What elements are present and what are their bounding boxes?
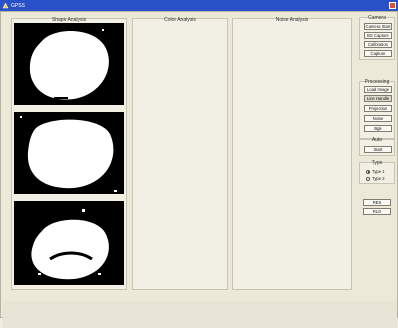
auto-group: Auto Start: [359, 137, 395, 156]
type-group: Type Type 1 Type 2: [359, 160, 395, 184]
main-window: Shape Analysis Color Analysis Noise Anal…: [0, 11, 398, 328]
shape-image-3: [14, 201, 124, 285]
title-bar: GPSS: [0, 0, 398, 11]
status-bar: [3, 301, 397, 328]
projection-button[interactable]: Projection: [364, 105, 392, 112]
camera-title: Camera: [368, 15, 386, 21]
close-icon[interactable]: [389, 2, 396, 9]
shape-image-2: [14, 112, 124, 194]
bgk-button[interactable]: Bgk: [364, 125, 392, 132]
capture-button[interactable]: Capture: [364, 50, 392, 57]
shape-image-1: [14, 23, 124, 105]
shape-blob-2: [20, 116, 117, 192]
noise-analysis-panel: Noise Analysis: [232, 18, 352, 290]
app-icon: [2, 2, 9, 9]
auto-title: Auto: [371, 137, 383, 143]
line-handle-button[interactable]: Line Handle: [364, 95, 392, 102]
camera-start-button[interactable]: Camera Start: [364, 23, 392, 30]
noise-button[interactable]: Noise: [364, 115, 392, 122]
type-2-label: Type 2: [372, 176, 385, 181]
type-2-radio[interactable]: Type 2: [366, 176, 385, 181]
load-image-button[interactable]: Load Image: [364, 86, 392, 93]
noise-analysis-title: Noise Analysis: [275, 17, 309, 23]
bs-capture-button[interactable]: BS Capture: [364, 32, 392, 39]
radio-selected-icon[interactable]: [366, 169, 370, 174]
radio-unselected-icon[interactable]: [366, 176, 370, 181]
processing-group: Processing Load Image Line Handle Projec…: [359, 79, 395, 139]
res-button[interactable]: RES: [363, 199, 391, 206]
auto-start-button[interactable]: Start: [364, 146, 392, 153]
type-title: Type: [371, 160, 383, 166]
shape-blob-3: [31, 209, 109, 280]
color-analysis-title: Color Analysis: [164, 17, 196, 23]
shape-blob-1: [29, 29, 109, 100]
type-1-radio[interactable]: Type 1: [366, 169, 385, 174]
processing-title: Processing: [364, 79, 390, 85]
window-title: GPSS: [11, 2, 25, 9]
calibration-button[interactable]: Calibration: [364, 41, 392, 48]
shape-analysis-panel: Shape Analysis: [11, 18, 127, 290]
camera-group: Camera Camera Start BS Capture Calibrati…: [359, 15, 395, 60]
type-1-label: Type 1: [372, 169, 385, 174]
rlg-button[interactable]: RLG: [363, 208, 391, 215]
color-analysis-panel: Color Analysis: [132, 18, 228, 290]
